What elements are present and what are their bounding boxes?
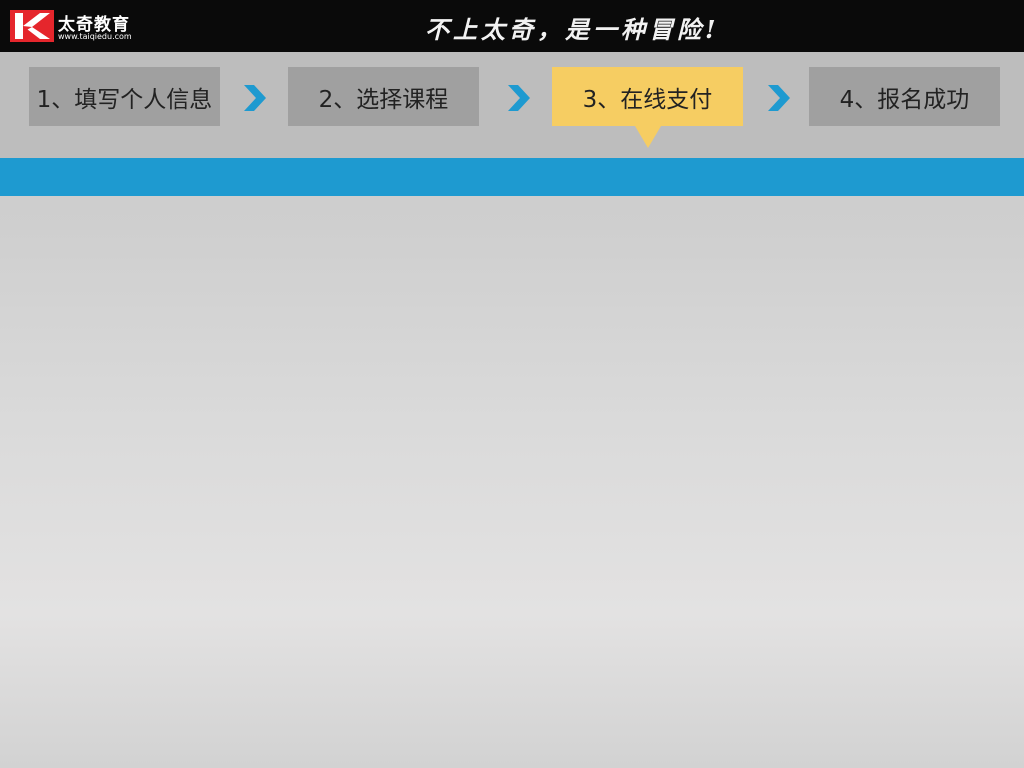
step-registration-success[interactable]: 4、报名成功 bbox=[809, 67, 1000, 126]
taiqi-logo-icon bbox=[10, 10, 54, 42]
content-area bbox=[0, 196, 1024, 768]
chevron-right-icon bbox=[244, 85, 266, 111]
step-fill-info[interactable]: 1、填写个人信息 bbox=[29, 67, 220, 126]
active-step-pointer bbox=[635, 126, 661, 148]
progress-steps: 1、填写个人信息 2、选择课程 3、在线支付 4、报名成功 bbox=[0, 52, 1024, 158]
top-bar: 太奇教育 www.taiqiedu.com 不上太奇，是一种冒险! bbox=[0, 0, 1024, 52]
chevron-right-icon bbox=[508, 85, 530, 111]
chevron-right-icon bbox=[768, 85, 790, 111]
slogan-text: 不上太奇，是一种冒险! bbox=[425, 15, 720, 44]
brand-url: www.taiqiedu.com bbox=[58, 32, 132, 41]
step-select-course[interactable]: 2、选择课程 bbox=[288, 67, 479, 126]
brand-logo[interactable]: 太奇教育 www.taiqiedu.com bbox=[10, 9, 150, 45]
step-online-payment[interactable]: 3、在线支付 bbox=[552, 67, 743, 126]
section-bar bbox=[0, 158, 1024, 196]
